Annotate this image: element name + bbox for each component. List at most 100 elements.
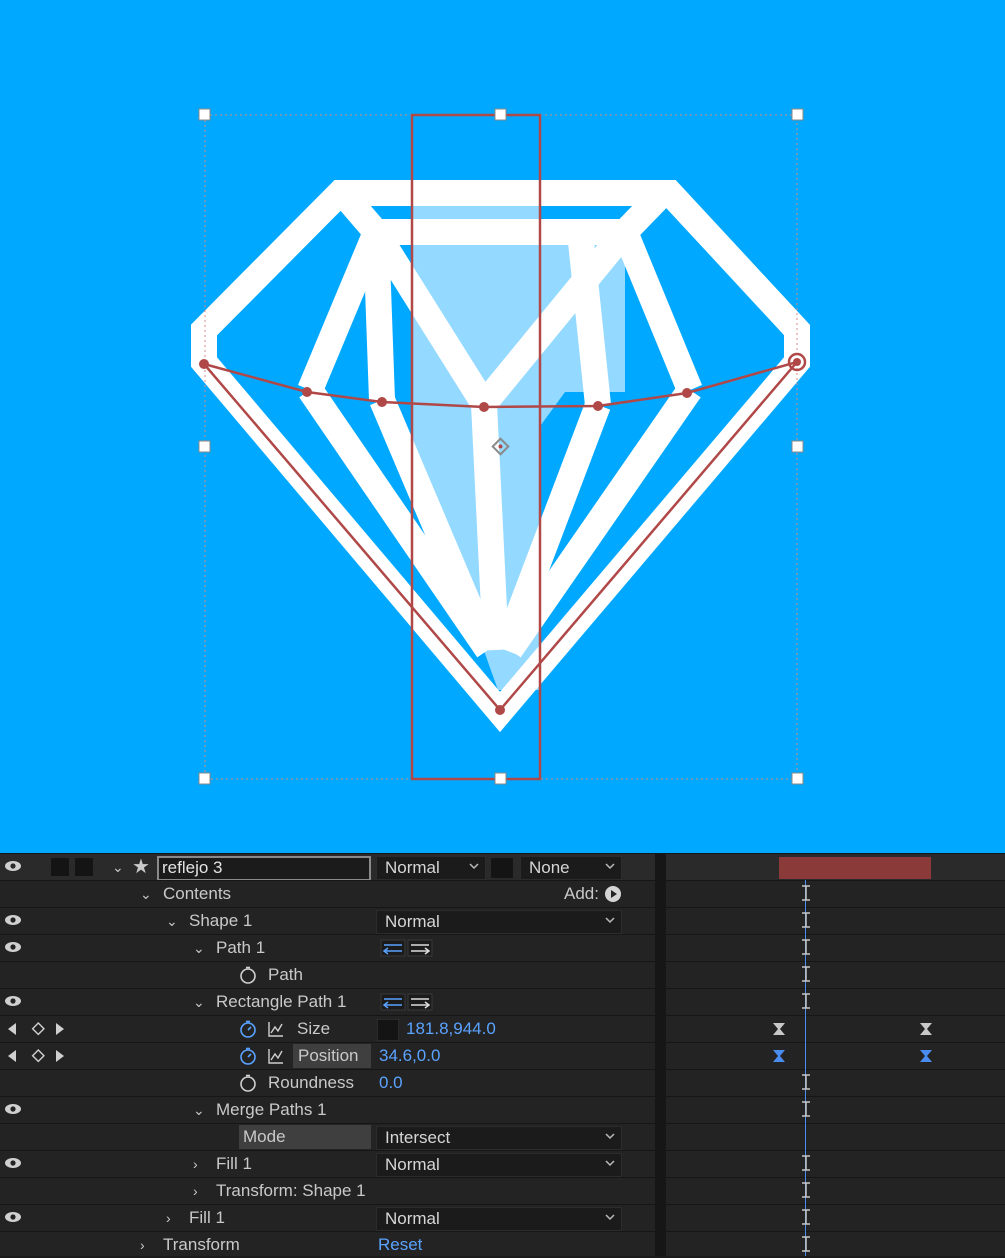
roundness-property-row[interactable]: Roundness 0.0 <box>0 1069 655 1096</box>
handle-top-center <box>494 108 507 121</box>
timeline-tracks[interactable] <box>666 853 1005 1256</box>
eye-icon[interactable] <box>4 860 22 872</box>
fill1-blend-label: Normal <box>385 1155 440 1174</box>
twirl-down-icon[interactable]: ⌄ <box>166 908 178 934</box>
shape1-blend-dropdown[interactable]: Normal <box>376 910 622 934</box>
eye-icon[interactable] <box>4 1103 22 1115</box>
handle-top-right <box>791 108 804 121</box>
path-direction-icon[interactable] <box>380 993 434 1011</box>
size-property-row[interactable]: Size 181.8,944.0 <box>0 1015 655 1042</box>
add-label: Add: <box>564 884 599 903</box>
eye-icon[interactable] <box>4 1211 22 1223</box>
composition-viewer[interactable] <box>0 0 1005 853</box>
position-value[interactable]: 34.6,0.0 <box>379 1043 440 1069</box>
handle-middle-left <box>198 440 211 453</box>
position-label: Position <box>298 1046 359 1065</box>
stopwatch-icon[interactable] <box>239 1047 257 1065</box>
twirl-right-icon[interactable]: › <box>166 1205 171 1231</box>
twirl-down-icon[interactable]: ⌄ <box>112 854 124 880</box>
solo-switch[interactable] <box>50 857 70 877</box>
eye-icon[interactable] <box>4 914 22 926</box>
stopwatch-icon[interactable] <box>239 1020 257 1038</box>
keyframe-icon[interactable] <box>919 1049 933 1063</box>
constrain-proportions-toggle[interactable] <box>377 1019 399 1041</box>
twirl-right-icon[interactable]: › <box>193 1151 198 1177</box>
mode-label: Mode <box>243 1127 286 1146</box>
composition-canvas[interactable] <box>0 0 1005 853</box>
twirl-down-icon[interactable]: ⌄ <box>193 1097 205 1123</box>
fill1-label: Fill 1 <box>216 1154 252 1173</box>
path-vertex <box>593 401 603 411</box>
shape1-blend-label: Normal <box>385 912 440 931</box>
path1-row[interactable]: ⌄ Path 1 <box>0 934 655 961</box>
transform-row[interactable]: › Transform Reset <box>0 1231 655 1258</box>
layer-duration-bar[interactable] <box>779 857 931 879</box>
layer-name-field[interactable]: reflejo 3 <box>157 856 371 881</box>
twirl-right-icon[interactable]: › <box>140 1232 145 1258</box>
path-property-row[interactable]: Path <box>0 961 655 988</box>
layer-mode-label: Normal <box>385 858 440 877</box>
keyframe-icon[interactable] <box>772 1022 786 1036</box>
eye-icon[interactable] <box>4 995 22 1007</box>
fill1-blend-dropdown[interactable]: Normal <box>376 1153 622 1177</box>
size-value[interactable]: 181.8,944.0 <box>406 1016 496 1042</box>
twirl-down-icon[interactable]: ⌄ <box>140 881 152 907</box>
keyframe-icon[interactable] <box>772 1049 786 1063</box>
track-row <box>666 1204 1005 1231</box>
fill1-outer-row[interactable]: › Fill 1 Normal <box>0 1204 655 1231</box>
rectangle-path-label: Rectangle Path 1 <box>216 992 347 1011</box>
dropdown-arrow-icon <box>605 863 615 870</box>
merge-mode-dropdown[interactable]: Intersect <box>376 1126 622 1150</box>
track-row <box>666 1042 1005 1069</box>
layer-name: reflejo 3 <box>162 858 223 877</box>
preserve-transparency-toggle[interactable] <box>490 857 514 879</box>
merge-mode-row[interactable]: Mode Intersect <box>0 1123 655 1150</box>
path1-label: Path 1 <box>216 938 266 957</box>
merge-paths-label: Merge Paths 1 <box>216 1100 327 1119</box>
track-matte-dropdown[interactable]: None <box>520 856 622 880</box>
transform-shape1-row[interactable]: › Transform: Shape 1 <box>0 1177 655 1204</box>
layer-row[interactable]: ⌄ ★ reflejo 3 Normal None <box>0 853 655 881</box>
track-row <box>666 988 1005 1015</box>
fill1-outer-blend-dropdown[interactable]: Normal <box>376 1207 622 1231</box>
dropdown-arrow-icon <box>605 1133 615 1140</box>
shape1-label: Shape 1 <box>189 911 253 930</box>
eye-icon[interactable] <box>4 1157 22 1169</box>
fill1-row[interactable]: › Fill 1 Normal <box>0 1150 655 1177</box>
layer-mode-dropdown[interactable]: Normal <box>376 856 486 880</box>
roundness-value[interactable]: 0.0 <box>379 1070 403 1096</box>
twirl-down-icon[interactable]: ⌄ <box>193 989 205 1015</box>
contents-row[interactable]: ⌄ Contents Add: <box>0 880 655 907</box>
lock-switch[interactable] <box>74 857 94 877</box>
stopwatch-icon[interactable] <box>239 1074 257 1092</box>
merge-paths-row[interactable]: ⌄ Merge Paths 1 <box>0 1096 655 1123</box>
shape1-row[interactable]: ⌄ Shape 1 Normal <box>0 907 655 934</box>
fill1-outer-blend-label: Normal <box>385 1209 440 1228</box>
track-row <box>666 1069 1005 1096</box>
timeline-panel: ⌄ ★ reflejo 3 Normal None ⌄ Contents Add… <box>0 853 1005 1256</box>
track-row <box>666 1123 1005 1150</box>
stopwatch-icon[interactable] <box>239 966 257 984</box>
transform-shape1-label: Transform: Shape 1 <box>216 1181 366 1200</box>
path-direction-icon[interactable] <box>380 939 434 957</box>
play-circle-icon[interactable] <box>605 886 621 902</box>
twirl-right-icon[interactable]: › <box>193 1178 198 1204</box>
panel-divider[interactable] <box>655 853 666 1256</box>
path-vertex <box>682 388 692 398</box>
graph-icon[interactable] <box>267 1020 285 1038</box>
keyframe-nav-icon[interactable] <box>4 1022 64 1036</box>
eye-icon[interactable] <box>4 941 22 953</box>
graph-icon[interactable] <box>267 1047 285 1065</box>
path-vertex <box>199 359 209 369</box>
position-property-row[interactable]: Position 34.6,0.0 <box>0 1042 655 1069</box>
transform-reset-link[interactable]: Reset <box>378 1232 422 1258</box>
keyframe-nav-icon[interactable] <box>4 1049 64 1063</box>
playhead-icon <box>802 885 810 1252</box>
track-matte-label: None <box>529 858 570 877</box>
keyframe-icon[interactable] <box>919 1022 933 1036</box>
track-row <box>666 907 1005 934</box>
track-row <box>666 1150 1005 1177</box>
star-icon[interactable]: ★ <box>132 854 150 880</box>
rectangle-path-row[interactable]: ⌄ Rectangle Path 1 <box>0 988 655 1015</box>
twirl-down-icon[interactable]: ⌄ <box>193 935 205 961</box>
